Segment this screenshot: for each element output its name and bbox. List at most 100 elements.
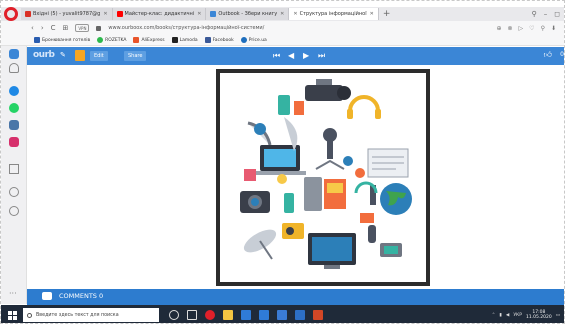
bookmark-label: ROZETKA [105,37,127,43]
rozetka-icon [97,37,104,43]
tab-youtube[interactable]: Майстер-клас: дидактичні ✕ [112,8,207,20]
first-page-icon[interactable]: ⏮ [273,51,280,61]
file-explorer-icon[interactable] [223,310,233,320]
snapshot-icon[interactable]: ▷ [519,25,524,32]
language-indicator[interactable]: УКР [513,313,522,318]
close-tab-icon[interactable]: ✕ [370,11,374,17]
store-icon[interactable] [259,310,269,320]
facebook-icon [204,37,211,43]
extension-icon[interactable]: ⚲ [541,25,545,32]
windows-start-icon[interactable] [8,310,17,320]
volume-icon[interactable]: ◀ [506,313,509,318]
clock[interactable]: 17:08 11.05.2020 [526,310,552,320]
mail-icon[interactable] [277,310,287,320]
pencil-icon[interactable]: ✎ [60,51,70,61]
heart-icon[interactable]: ♡ [529,25,534,32]
adblock-icon[interactable]: ⊗ [508,25,513,32]
comments-bar[interactable]: COMMENTS 0 [27,289,564,305]
download-icon[interactable]: ⬇ [551,25,556,32]
like-count: 0 [560,51,564,58]
vk-icon[interactable] [9,120,19,130]
media-communication-illustration [240,79,412,269]
next-page-icon[interactable]: ▶ [303,51,309,61]
tab-outbook[interactable]: Outbook - Збери книгу ✕ [206,8,290,20]
maximize-icon[interactable]: ◻ [554,10,560,18]
tab-active[interactable]: ✕ Структура інформаційної ✕ [289,8,379,20]
bookmark-label: Бронювання готелів [42,37,91,43]
tab-gmail[interactable]: Вхідні (5) - yuvalit9787@g ✕ [21,8,113,20]
network-icon[interactable]: ▮ [499,313,501,318]
close-tab-icon[interactable]: ✕ [293,11,297,17]
edit-button[interactable]: Edit [90,51,108,61]
window-controls: ⚲ – ◻ [532,10,564,18]
thumbs-up-icon[interactable]: 👍︎ [544,50,552,60]
comment-icon [42,292,52,300]
speed-dial-icon[interactable]: ⊞ [63,24,69,32]
forward-icon[interactable]: › [41,24,44,32]
orange-edit-icon[interactable] [75,50,85,61]
last-page-icon[interactable]: ⏭ [318,51,325,61]
ourboox-icon [210,11,217,17]
bookmark-rozetka[interactable]: ROZETKA [97,37,126,43]
bookmark-label: AliExpress [141,37,165,43]
tab-label: Вхідні (5) - yuvalit9787@g [33,11,101,17]
vpn-badge[interactable]: VPN [75,24,90,32]
opera-sidebar: ··· [1,46,27,304]
comments-label: COMMENTS 0 [59,292,104,300]
cortana-icon[interactable] [169,310,179,320]
notifications-icon[interactable]: ▭ [556,313,560,318]
back-icon[interactable]: ‹ [31,24,34,32]
edge-icon[interactable] [241,310,251,320]
aliexpress-icon [133,37,140,43]
task-view-icon[interactable] [187,310,197,320]
bookmark-facebook[interactable]: Facebook [204,37,234,43]
search-tabs-icon[interactable]: ⚲ [532,10,537,18]
tab-label: Структура інформаційної [299,11,367,17]
bookmark-label: Facebook [212,37,234,43]
reload-icon[interactable]: C [51,24,56,32]
bookmark-price[interactable]: Price.ua [240,37,267,43]
more-sidebar-icon[interactable]: ··· [9,289,17,298]
lock-icon[interactable] [96,25,102,31]
heart-sidebar-icon[interactable] [9,187,19,197]
book-page-image [216,69,430,286]
close-tab-icon[interactable]: ✕ [280,11,284,17]
windows-taskbar: Введите здесь текст для поиска ⌃ ▮ ◀ УКР… [1,305,564,323]
url-field[interactable]: www.ourboox.com/books/структура-інформац… [108,25,264,31]
player-icon[interactable] [9,164,19,174]
clock-date: 11.05.2020 [525,315,552,320]
new-tab-button[interactable]: + [383,9,391,19]
system-tray: ⌃ ▮ ◀ УКР 17:08 11.05.2020 ▭ [492,310,564,320]
minimize-icon[interactable]: – [544,10,548,18]
speed-dial-sidebar-icon[interactable] [9,49,19,59]
price-icon [240,37,247,43]
close-tab-icon[interactable]: ✕ [197,11,201,17]
tray-chevron-icon[interactable]: ⌃ [492,313,496,318]
ourboox-logo[interactable]: ourb [33,50,55,60]
share-button[interactable]: Share [124,51,147,61]
word-icon[interactable] [295,310,305,320]
address-actions: ⊕ ⊗ ▷ ♡ ⚲ ⬇ [496,25,564,32]
zoom-icon[interactable]: ⊕ [496,25,501,32]
bookmarks-bar: Бронювання готелів ROZETKA AliExpress La… [1,35,564,46]
history-icon[interactable] [9,206,19,216]
tab-bar: Вхідні (5) - yuvalit9787@g ✕ Майстер-кла… [1,7,564,21]
powerpoint-icon[interactable] [313,310,323,320]
close-tab-icon[interactable]: ✕ [103,11,107,17]
bookmark-booking[interactable]: Бронювання готелів [34,37,90,43]
instagram-icon[interactable] [9,137,19,147]
previous-page-icon[interactable]: ◀ [288,51,294,61]
taskbar-apps [169,310,323,320]
site-toolbar: ourb ✎ Edit Share ⏮ ◀ ▶ ⏭ 👍︎ 0 [27,47,564,65]
opera-taskbar-icon[interactable] [205,310,215,320]
home-sidebar-icon[interactable] [9,63,19,73]
opera-logo-icon[interactable] [4,7,18,21]
bookmark-lamoda[interactable]: Lamoda [171,37,198,43]
messenger-icon[interactable] [9,86,19,96]
bookmark-label: Price.ua [248,37,267,43]
bookmark-aliexpress[interactable]: AliExpress [133,37,165,43]
screen: Вхідні (5) - yuvalit9787@g ✕ Майстер-кла… [0,0,565,324]
taskbar-search-input[interactable]: Введите здесь текст для поиска [23,308,159,322]
book-content [27,65,564,289]
whatsapp-icon[interactable] [9,103,19,113]
